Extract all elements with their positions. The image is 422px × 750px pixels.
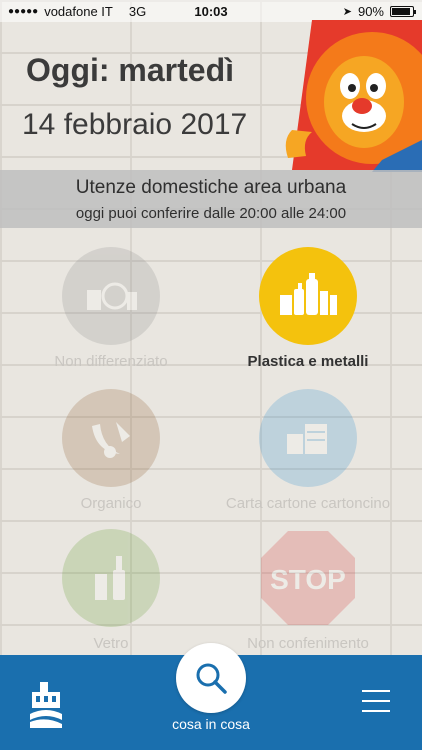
menu-line [362, 690, 390, 692]
menu-line [362, 700, 390, 702]
category-non-differenziato[interactable]: Non differenziato [11, 247, 211, 370]
search-icon [196, 663, 227, 694]
category-carta[interactable]: Carta cartone cartoncino [208, 389, 408, 512]
category-circle [259, 389, 357, 487]
paper-icon [287, 424, 327, 454]
hamburger-menu-icon[interactable] [362, 690, 390, 714]
category-label: Vetro [93, 635, 129, 652]
stop-sign-text: STOP [270, 564, 346, 595]
glass-bottle-icon [95, 556, 125, 600]
banner-subtitle: oggi puoi conferire dalle 20:00 alle 24:… [75, 205, 347, 222]
status-left: ●●●●● vodafone IT 3G [8, 4, 146, 19]
search-label[interactable]: cosa in cosa [0, 716, 422, 732]
location-icon: ➤ [342, 5, 352, 18]
date-heading: 14 febbraio 2017 [22, 108, 248, 141]
signal-icon: ●●●●● [8, 5, 39, 17]
stop-sign-icon: STOP [261, 531, 355, 625]
schedule-banner: Utenze domestiche area urbana oggi puoi … [0, 170, 422, 228]
category-circle: STOP [259, 529, 357, 627]
category-label: Carta cartone cartoncino [225, 495, 391, 512]
banner-title: Utenze domestiche area urbana [75, 177, 347, 198]
category-label: Plastica e metalli [247, 353, 369, 370]
carrier-label: vodafone IT [44, 3, 113, 19]
category-label: Non confenimento [247, 635, 369, 652]
search-button[interactable] [176, 643, 246, 713]
menu-line [362, 710, 390, 712]
battery-percent: 90% [357, 3, 384, 19]
category-plastica-metalli[interactable]: Plastica e metalli [208, 247, 408, 370]
lion-mascot-icon [285, 20, 422, 172]
category-vetro[interactable]: Vetro [11, 529, 211, 652]
category-organico[interactable]: Organico [11, 389, 211, 512]
category-circle [259, 247, 357, 345]
category-label: Organico [80, 495, 142, 512]
bottles-icon [280, 273, 337, 315]
category-circle [62, 247, 160, 345]
status-right: ➤ 90% [342, 3, 416, 19]
trash-icon [87, 282, 137, 310]
day-heading: Oggi: martedì [26, 52, 235, 88]
battery-icon [390, 5, 416, 17]
category-circle [62, 529, 160, 627]
status-bar: ●●●●● vodafone IT 3G 10:03 ➤ 90% [0, 0, 422, 22]
category-non-confenimento[interactable]: STOP Non confenimento [208, 529, 408, 652]
category-label: Non differenziato [54, 353, 168, 370]
category-circle [62, 389, 160, 487]
network-label: 3G [128, 3, 147, 19]
banana-icon [92, 422, 130, 458]
